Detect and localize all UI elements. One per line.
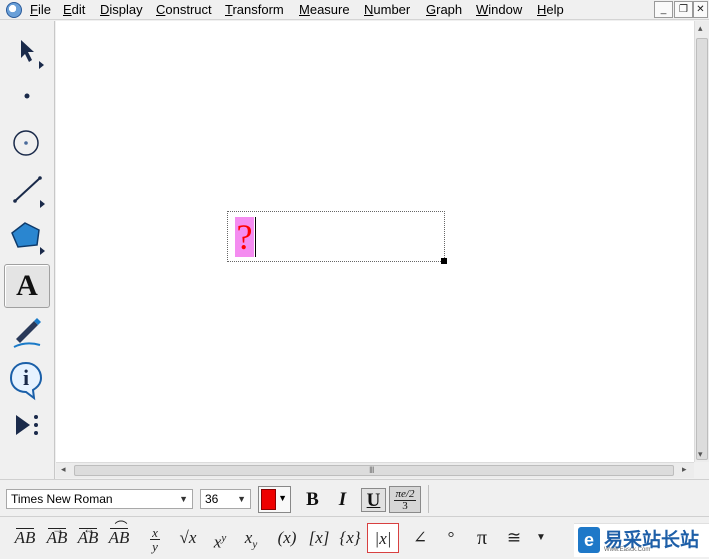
chevron-down-icon: ▼ [179, 494, 188, 504]
color-swatch-fill [261, 489, 276, 510]
menu-bar: File Edit Display Construct Transform Me… [0, 0, 709, 20]
parentheses-button[interactable]: (x) [272, 523, 302, 553]
watermark-subtitle: Www.Easck.Com [604, 547, 651, 553]
text-palette: Times New Roman ▼ 36 ▼ ▼ B I U πe/2 3 [0, 479, 709, 515]
menu-measure[interactable]: Measure [299, 2, 350, 17]
chevron-down-icon: ▼ [278, 493, 287, 503]
watermark-logo: e [578, 527, 600, 553]
marker-tool[interactable] [4, 311, 50, 355]
braces-button[interactable]: {x} [335, 523, 365, 553]
angle-button[interactable]: ∠ [408, 523, 432, 553]
menu-window[interactable]: Window [476, 2, 522, 17]
polygon-tool[interactable] [4, 216, 50, 260]
line-notation-button[interactable]: AB [73, 514, 103, 553]
scroll-right-icon[interactable]: ▸ [682, 464, 687, 475]
italic-button[interactable]: I [330, 488, 355, 512]
fraction-den: y [152, 539, 158, 554]
straightedge-tool[interactable] [4, 169, 50, 213]
minimize-button[interactable]: _ [654, 1, 673, 18]
scroll-down-icon[interactable]: ▾ [698, 449, 703, 460]
toolbar-separator [428, 485, 429, 513]
chevron-down-icon: ▼ [237, 494, 246, 504]
information-tool[interactable]: i [4, 358, 50, 402]
power-exponent: y [221, 532, 227, 544]
text-box[interactable]: ? [227, 211, 447, 264]
degree-button[interactable]: ° [439, 523, 463, 553]
underline-button[interactable]: U [361, 488, 386, 512]
arc-notation-label: AB [109, 513, 130, 553]
segment-notation-label: AB [15, 523, 35, 553]
text-box-content[interactable]: ? [235, 217, 254, 257]
square-root-button[interactable]: √x [173, 523, 203, 553]
text-tool[interactable]: A [4, 264, 50, 308]
arrow-tool[interactable] [4, 33, 50, 77]
scroll-up-icon[interactable]: ▴ [698, 23, 703, 34]
subscript-button[interactable]: xy [237, 523, 265, 553]
polygon-icon [11, 222, 45, 255]
congruent-button[interactable]: ≅ [502, 523, 526, 553]
custom-tool[interactable] [4, 403, 50, 447]
resize-handle[interactable] [441, 258, 447, 264]
text-cursor [255, 217, 256, 257]
font-size-select[interactable]: 36 ▼ [200, 489, 251, 509]
font-size-value: 36 [205, 492, 219, 506]
math-format-den: 3 [402, 500, 408, 512]
bold-button[interactable]: B [300, 488, 325, 512]
app-icon[interactable] [6, 2, 22, 18]
point-tool[interactable] [4, 75, 50, 119]
menu-file[interactable]: File [30, 2, 51, 17]
grip-icon: III [369, 465, 374, 475]
power-button[interactable]: xy [206, 523, 234, 553]
horizontal-scroll-thumb[interactable]: III [74, 465, 674, 476]
ray-notation-label: AB [47, 514, 68, 553]
font-family-value: Times New Roman [11, 492, 113, 506]
more-symbols-button[interactable]: ▼ [533, 523, 549, 553]
marker-icon [13, 318, 41, 348]
scroll-left-icon[interactable]: ◂ [61, 464, 66, 475]
menu-display[interactable]: Display [100, 2, 143, 17]
pi-button[interactable]: π [469, 523, 495, 553]
compass-icon [13, 130, 39, 156]
menu-number[interactable]: Number [364, 2, 410, 17]
watermark: e 易采站长站 Www.Easck.Com [574, 523, 709, 557]
point-icon [24, 93, 30, 99]
arc-notation-button[interactable]: AB [104, 513, 134, 553]
scroll-corner [694, 462, 709, 478]
compass-tool[interactable] [4, 121, 50, 165]
arrow-icon [21, 40, 44, 69]
fraction-button[interactable]: x y [143, 523, 167, 553]
brackets-button[interactable]: [x] [304, 523, 334, 553]
fraction-num: x [150, 526, 160, 540]
vertical-scroll-thumb[interactable] [696, 38, 708, 460]
information-glyph: i [22, 365, 30, 390]
font-family-select[interactable]: Times New Roman ▼ [6, 489, 193, 509]
play-icon [16, 415, 38, 435]
line-notation-label: AB [78, 514, 99, 553]
segment-icon [13, 176, 45, 208]
menu-graph[interactable]: Graph [426, 2, 462, 17]
menu-transform[interactable]: Transform [225, 2, 284, 17]
vertical-scrollbar[interactable]: ▴ ▾ [694, 21, 709, 462]
horizontal-scrollbar[interactable]: ◂ III ▸ [56, 462, 694, 478]
restore-button[interactable]: ❐ [674, 1, 693, 18]
menu-help[interactable]: Help [537, 2, 564, 17]
subscript-sub: y [252, 538, 258, 551]
text-color-picker[interactable]: ▼ [258, 486, 291, 513]
segment-notation-button[interactable]: AB [10, 523, 40, 553]
ray-notation-button[interactable]: AB [42, 514, 72, 553]
text-tool-icon: A [16, 269, 38, 302]
close-button[interactable]: ✕ [693, 1, 708, 18]
absolute-value-button[interactable]: |x| [367, 523, 399, 553]
math-format-button[interactable]: πe/2 3 [389, 486, 421, 513]
menu-construct[interactable]: Construct [156, 2, 212, 17]
menu-edit[interactable]: Edit [63, 2, 85, 17]
toolbox: A i [0, 21, 55, 479]
